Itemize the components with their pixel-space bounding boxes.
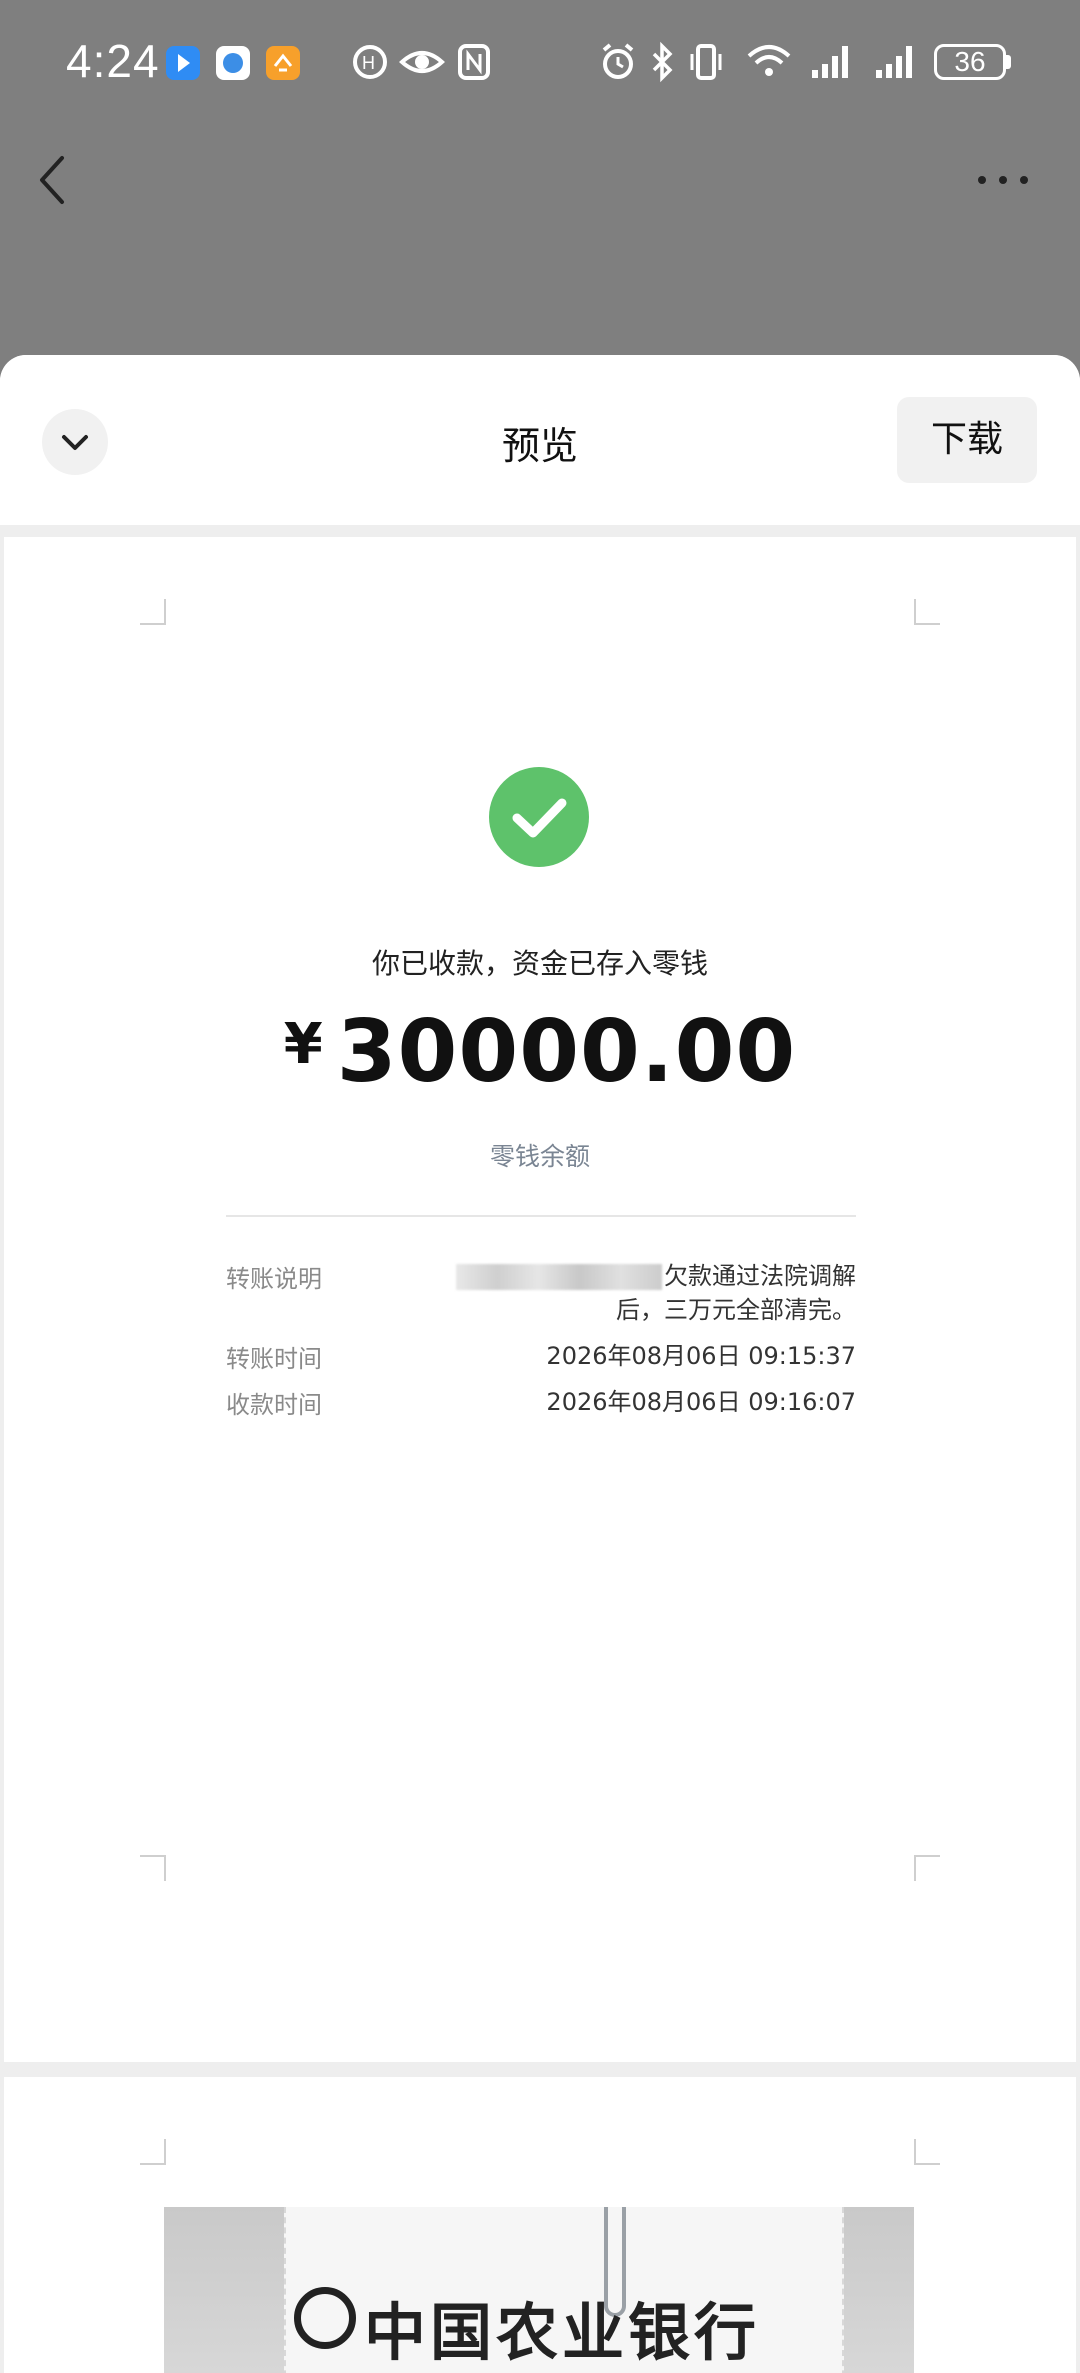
nfc-icon [458,44,490,80]
receipt-status-text: 你已收款，资金已存入零钱 [371,947,708,980]
chevron-left-icon[interactable] [30,150,80,210]
bank-document-photo: 中国农业银行 [164,2207,914,2373]
crop-mark [140,1855,166,1881]
battery-tip [1006,55,1011,69]
crop-mark [914,599,940,625]
battery-indicator: 36 [934,44,1006,80]
divider [226,1215,856,1217]
amount-value: 30000.00 [336,1002,797,1102]
crop-mark [140,2139,166,2165]
detail-label: 转账时间 [226,1345,322,1373]
hd-icon: H [353,45,387,79]
crop-mark [914,2139,940,2165]
wifi-icon [747,45,791,76]
crop-mark [914,1855,940,1881]
app-icon [216,46,250,80]
bank-name: 中国农业银行 [364,2296,761,2369]
alarm-icon [602,43,634,79]
detail-label: 转账说明 [226,1265,322,1293]
more-dots-icon[interactable] [968,160,1038,200]
success-check-icon [489,767,589,867]
signal-icon [876,46,912,78]
app-icon [266,46,300,80]
detail-value-line: 后，三万元全部清完。 [616,1296,856,1324]
crop-mark [140,599,166,625]
detail-row-transfer-time: 转账时间 2026年08月06日 09:15:37 [226,1339,856,1373]
bluetooth-icon [652,41,673,83]
preview-page: 中国农业银行 [4,2077,1076,2373]
vibrate-icon [690,44,722,80]
detail-row-note: 转账说明 欠款通过法院调解 后，三万元全部清完。 [226,1259,856,1329]
amount: ¥30000.00 [4,1002,1076,1102]
destination-text: 零钱余额 [489,1142,590,1171]
app-notification-icon [166,46,200,80]
preview-page: 你已收款，资金已存入零钱 ¥30000.00 零钱余额 转账说明 欠款通过法院调… [4,537,1076,2062]
status-bar: 4:24 H 36 [0,0,1080,125]
download-button[interactable]: 下载 [897,397,1037,483]
detail-value-line: 欠款通过法院调解 [664,1262,856,1290]
svg-text:H: H [362,53,375,73]
redacted-text [456,1264,662,1290]
detail-label: 收款时间 [226,1391,322,1419]
sheet-header: 预览 下载 [0,355,1080,525]
detail-value: 2026年08月06日 09:15:37 [546,1342,856,1370]
detail-value: 欠款通过法院调解 后，三万元全部清完。 [456,1259,856,1327]
eye-icon [399,51,445,73]
detail-value: 2026年08月06日 09:16:07 [546,1388,856,1416]
status-time: 4:24 [66,35,160,87]
preview-sheet: 预览 下载 你已收款，资金已存入零钱 ¥30000.00 零钱余额 转账说明 欠… [0,355,1080,2373]
signal-icon [812,46,848,78]
detail-row-receive-time: 收款时间 2026年08月06日 09:16:07 [226,1385,856,1419]
currency-symbol: ¥ [283,1012,323,1077]
document-preview[interactable]: 你已收款，资金已存入零钱 ¥30000.00 零钱余额 转账说明 欠款通过法院调… [0,525,1080,2373]
bank-logo-icon [294,2287,356,2349]
